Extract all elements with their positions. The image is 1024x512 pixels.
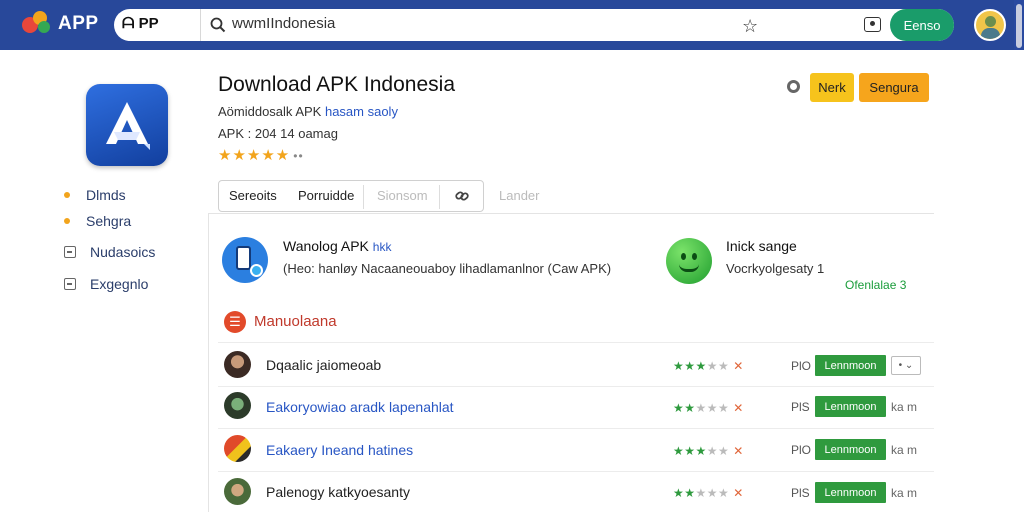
- row-title[interactable]: Eakaery Ineand hatines: [266, 442, 413, 458]
- avatar: [224, 478, 251, 505]
- row-size: PlS: [791, 400, 810, 414]
- sidebar-item-label: Nudasoics: [90, 244, 156, 260]
- row-select[interactable]: • ⌄: [891, 356, 921, 375]
- row-size: PlO: [791, 443, 812, 457]
- page-title: Download APK Indonesia: [218, 73, 455, 96]
- sidebar-item-label: Dlmds: [86, 187, 126, 203]
- feature-title-2: Inick sange: [726, 238, 797, 254]
- rating-more: ••: [293, 149, 304, 163]
- row-size: PlO: [791, 359, 812, 373]
- row-size: PlS: [791, 486, 810, 500]
- panel-divider: [208, 213, 934, 214]
- sidebar-item-label: Sehgra: [86, 213, 132, 229]
- feature-description-2: Vocrkyolgesaty 1: [726, 261, 825, 276]
- menu-icon: ☰: [224, 311, 246, 333]
- logo-icon: [22, 11, 54, 37]
- panel-border: [208, 213, 209, 512]
- sidebar-item-exgegnlo[interactable]: Exgegnlo: [64, 276, 148, 292]
- row-rating: ★★★★★ ✕: [673, 359, 744, 373]
- feature-title-text: Wanolog APK: [283, 238, 369, 254]
- star-icon: ★★: [673, 486, 696, 500]
- sidebar-item-label: Exgegnlo: [90, 276, 149, 292]
- settings-gear-icon[interactable]: [787, 80, 800, 93]
- row-extra: ka m: [891, 400, 918, 414]
- close-icon[interactable]: ✕: [733, 359, 744, 373]
- tab-lander[interactable]: Lander: [499, 188, 539, 203]
- row-divider: [218, 386, 934, 387]
- app-logo[interactable]: APP: [22, 11, 99, 37]
- row-divider: [218, 471, 934, 472]
- user-avatar[interactable]: [974, 9, 1006, 41]
- tab-porruidde[interactable]: Porruidde: [298, 188, 354, 203]
- row-title[interactable]: Dqaalic jaiomeoab: [266, 357, 381, 373]
- smiley-icon: [666, 238, 712, 284]
- tab-bar: Sereoits Porruidde Sionsom: [218, 180, 484, 212]
- star-icon: ★★★: [695, 486, 730, 500]
- url-prefix[interactable]: ᗩ PP: [122, 15, 159, 32]
- feature-title: Wanolog APK hkk: [283, 238, 391, 254]
- phone-download-icon: [222, 237, 268, 283]
- close-icon[interactable]: ✕: [733, 401, 744, 415]
- dot-icon: [64, 192, 70, 198]
- row-divider: [218, 342, 934, 343]
- row-divider: [218, 428, 934, 429]
- nerk-button[interactable]: Nerk: [810, 73, 854, 102]
- extension-icon[interactable]: [864, 17, 881, 32]
- tab-sionsom[interactable]: Sionsom: [377, 188, 428, 203]
- download-button[interactable]: Lennmoon: [815, 439, 886, 460]
- avatar: [224, 351, 251, 378]
- tab-separator: [363, 185, 364, 209]
- app-subtitle-text: Aömiddosalk APK: [218, 104, 322, 119]
- tab-sereoits[interactable]: Sereoits: [229, 188, 277, 203]
- star-icon: ★★★: [695, 401, 730, 415]
- feature-link[interactable]: Ofenlalae 3: [845, 278, 906, 292]
- top-bar: APP ᗩ PP ☆ Eenso: [0, 0, 1024, 50]
- app-subtitle-link[interactable]: hasam saoly: [325, 104, 398, 119]
- sidebar-item-nudasoics[interactable]: Nudasoics: [64, 244, 155, 260]
- sengura-button[interactable]: Sengura: [859, 73, 929, 102]
- search-icon: [210, 17, 226, 33]
- app-rating: ★★★★★ ••: [218, 146, 304, 164]
- sidebar-item-dlmds[interactable]: Dlmds: [64, 187, 126, 203]
- url-bar[interactable]: ᗩ PP ☆ Eenso: [114, 9, 954, 41]
- close-icon[interactable]: ✕: [733, 444, 744, 458]
- app-icon: [86, 84, 168, 166]
- box-icon: [64, 246, 76, 258]
- star-icon: ★★★: [673, 444, 707, 458]
- avatar: [224, 435, 251, 462]
- bookmark-star-icon[interactable]: ☆: [742, 16, 758, 37]
- dot-icon: [64, 218, 70, 224]
- action-button[interactable]: Eenso: [890, 9, 954, 41]
- star-icon: ★★: [673, 401, 696, 415]
- section-title: Manuolaana: [254, 313, 337, 330]
- download-button[interactable]: Lennmoon: [815, 482, 886, 503]
- row-rating: ★★★★★ ✕: [673, 444, 744, 458]
- sidebar-item-sehgra[interactable]: Sehgra: [64, 213, 131, 229]
- star-icon: ★★: [706, 359, 730, 373]
- row-extra: ka m: [891, 486, 918, 500]
- star-icon: ★★★: [673, 359, 707, 373]
- feature-description: (Heo: hanløy Nacaaneouaboy lihadlamanlno…: [283, 261, 612, 276]
- close-icon[interactable]: ✕: [733, 486, 744, 500]
- row-extra: ka m: [891, 443, 918, 457]
- row-rating: ★★★★★ ✕: [673, 401, 744, 415]
- star-icon: ★★: [706, 444, 730, 458]
- logo-text: APP: [58, 13, 99, 34]
- url-divider: [200, 9, 201, 41]
- avatar: [224, 392, 251, 419]
- app-subtitle: Aömiddosalk APK hasam saoly: [218, 104, 398, 119]
- scrollbar-thumb[interactable]: [1016, 4, 1022, 48]
- tab-separator: [439, 185, 440, 209]
- row-title[interactable]: Palenogy katkyoesanty: [266, 484, 410, 500]
- box-icon: [64, 278, 76, 290]
- feature-title-link[interactable]: hkk: [373, 240, 392, 254]
- link-icon[interactable]: [455, 189, 469, 203]
- row-title[interactable]: Eakoryowiao aradk lapenahlat: [266, 399, 454, 415]
- row-rating: ★★★★★ ✕: [673, 486, 744, 500]
- download-button[interactable]: Lennmoon: [815, 355, 886, 376]
- rating-stars-icon: ★★★★★: [218, 147, 291, 164]
- download-button[interactable]: Lennmoon: [815, 396, 886, 417]
- app-meta: APK : 204 14 oamag: [218, 126, 338, 141]
- url-input[interactable]: [232, 15, 732, 32]
